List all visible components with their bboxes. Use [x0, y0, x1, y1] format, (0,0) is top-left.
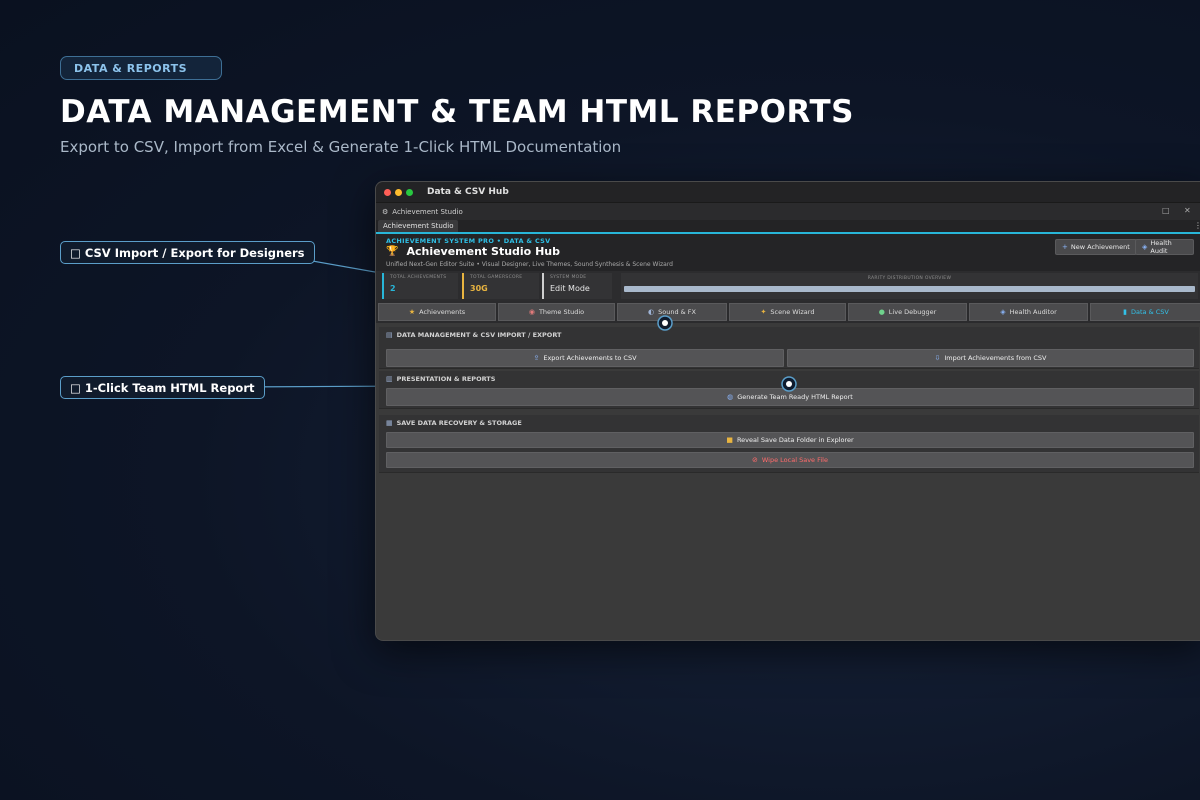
- menubar-title: Achievement Studio: [392, 207, 463, 216]
- system-mode-card: SYSTEM MODE Edit Mode: [542, 273, 612, 299]
- total-achievements-value: 2: [390, 284, 396, 293]
- bug-icon: ●: [878, 308, 885, 316]
- tab-content: ▤ DATA MANAGEMENT & CSV IMPORT / EXPORT …: [376, 323, 1200, 640]
- report-callout: □ 1-Click Team HTML Report: [60, 376, 265, 399]
- tab-scene-wizard[interactable]: ✦ Scene Wizard: [729, 303, 846, 321]
- reveal-save-folder-label: Reveal Save Data Folder in Explorer: [736, 436, 854, 444]
- star-icon: ★: [408, 308, 416, 316]
- total-achievements-label: TOTAL ACHIEVEMENTS: [390, 275, 447, 280]
- plus-icon: +: [1062, 243, 1068, 251]
- total-achievements-card: TOTAL ACHIEVEMENTS 2: [382, 273, 458, 299]
- storage-title: SAVE DATA RECOVERY & STORAGE: [396, 419, 522, 427]
- data-management-section: ▤ DATA MANAGEMENT & CSV IMPORT / EXPORT …: [379, 327, 1199, 369]
- tab-live-debugger-label: Live Debugger: [888, 308, 937, 316]
- editor-tabstrip: Achievement Studio ⋮: [376, 220, 1200, 234]
- new-achievement-button[interactable]: + New Achievement: [1055, 239, 1137, 255]
- speaker-icon: ◐: [648, 308, 655, 316]
- export-csv-button[interactable]: ⇪ Export Achievements to CSV: [386, 349, 784, 367]
- shield-icon: ◈: [1000, 308, 1006, 316]
- reports-section: ▥ PRESENTATION & REPORTS ◍ Generate Team…: [379, 371, 1199, 409]
- new-achievement-label: New Achievement: [1070, 243, 1130, 251]
- generate-html-report-button[interactable]: ◍ Generate Team Ready HTML Report: [386, 388, 1194, 406]
- section-badge: DATA & REPORTS: [60, 56, 222, 80]
- more-options-icon[interactable]: ⋮: [1194, 221, 1200, 230]
- tab-theme-studio-label: Theme Studio: [538, 308, 585, 316]
- tab-health-auditor-label: Health Auditor: [1009, 308, 1057, 316]
- shield-icon: ◈: [1142, 243, 1148, 251]
- rarity-label: RARITY DISTRIBUTION OVERVIEW: [867, 276, 952, 281]
- import-csv-label: Import Achievements from CSV: [944, 354, 1047, 362]
- window-titlebar: Data & CSV Hub: [376, 182, 1200, 203]
- wipe-save-file-button[interactable]: ⊘ Wipe Local Save File: [386, 452, 1194, 468]
- import-csv-button[interactable]: ⇩ Import Achievements from CSV: [787, 349, 1194, 367]
- tab-achievements-label: Achievements: [419, 308, 466, 316]
- total-gamerscore-card: TOTAL GAMERSCORE 30G: [462, 273, 539, 299]
- report-icon: ▥: [386, 375, 393, 383]
- trash-icon: ▦: [386, 419, 393, 427]
- breadcrumb: ACHIEVEMENT SYSTEM PRO • DATA & CSV: [386, 237, 551, 245]
- system-mode-value: Edit Mode: [550, 284, 590, 293]
- health-audit-label: Health Audit: [1150, 239, 1172, 255]
- rarity-bar: [624, 286, 1195, 292]
- tab-achievements[interactable]: ★ Achievements: [378, 303, 496, 321]
- wipe-save-file-label: Wipe Local Save File: [761, 456, 828, 464]
- rarity-distribution: RARITY DISTRIBUTION OVERVIEW: [621, 273, 1198, 299]
- tab-scene-wizard-label: Scene Wizard: [770, 308, 815, 316]
- window-title: Data & CSV Hub: [427, 187, 509, 197]
- tab-achievement-studio[interactable]: Achievement Studio: [378, 220, 459, 232]
- trophy-icon: 🏆: [386, 246, 399, 257]
- globe-icon: ◍: [727, 393, 734, 401]
- tab-health-auditor[interactable]: ◈ Health Auditor: [969, 303, 1088, 321]
- close-icon[interactable]: ✕: [1184, 206, 1191, 215]
- tab-theme-studio[interactable]: ◉ Theme Studio: [498, 303, 615, 321]
- csv-callout: □ CSV Import / Export for Designers: [60, 241, 315, 264]
- restore-icon[interactable]: □: [1162, 206, 1170, 215]
- tab-data-csv-label: Data & CSV: [1131, 308, 1169, 316]
- export-icon: ⇪: [533, 354, 540, 362]
- close-dot-icon[interactable]: [384, 188, 391, 196]
- import-icon: ⇩: [934, 354, 941, 362]
- system-mode-label: SYSTEM MODE: [550, 275, 587, 280]
- app-title: 🏆 Achievement Studio Hub: [386, 245, 560, 258]
- stats-bar: TOTAL ACHIEVEMENTS 2 TOTAL GAMERSCORE 30…: [376, 271, 1200, 301]
- page-title: DATA MANAGEMENT & TEAM HTML REPORTS: [60, 94, 854, 130]
- total-gamerscore-value: 30G: [470, 284, 488, 293]
- maximize-dot-icon[interactable]: [406, 188, 413, 196]
- health-audit-button[interactable]: ◈ Health Audit: [1135, 239, 1194, 255]
- wand-icon: ✦: [760, 308, 767, 316]
- total-gamerscore-label: TOTAL GAMERSCORE: [470, 275, 523, 280]
- tab-data-csv[interactable]: ▮ Data & CSV: [1090, 303, 1200, 321]
- app-subtitle: Unified Next-Gen Editor Suite • Visual D…: [386, 261, 673, 268]
- tab-live-debugger[interactable]: ● Live Debugger: [848, 303, 967, 321]
- app-logo-icon: ⚙: [382, 207, 389, 216]
- app-window: Data & CSV Hub ⚙ Achievement Studio □ ✕ …: [375, 181, 1200, 641]
- export-csv-label: Export Achievements to CSV: [543, 354, 637, 362]
- data-management-heading: ▤ DATA MANAGEMENT & CSV IMPORT / EXPORT: [386, 331, 561, 339]
- chart-icon: ▮: [1123, 308, 1127, 316]
- folder-icon: ■: [726, 436, 733, 444]
- main-tabs: ★ Achievements ◉ Theme Studio ◐ Sound & …: [376, 301, 1200, 323]
- tab-sound-fx[interactable]: ◐ Sound & FX: [617, 303, 727, 321]
- database-icon: ▤: [386, 331, 393, 339]
- minimize-dot-icon[interactable]: [395, 188, 402, 196]
- page-subtitle: Export to CSV, Import from Excel & Gener…: [60, 138, 622, 156]
- data-management-title: DATA MANAGEMENT & CSV IMPORT / EXPORT: [396, 331, 562, 339]
- reveal-save-folder-button[interactable]: ■ Reveal Save Data Folder in Explorer: [386, 432, 1194, 448]
- tab-sound-fx-label: Sound & FX: [658, 308, 696, 316]
- warning-icon: ⊘: [752, 456, 758, 464]
- generate-html-report-label: Generate Team Ready HTML Report: [737, 393, 853, 401]
- palette-icon: ◉: [528, 308, 535, 316]
- reports-title: PRESENTATION & REPORTS: [396, 375, 496, 383]
- app-header: ACHIEVEMENT SYSTEM PRO • DATA & CSV 🏆 Ac…: [376, 234, 1200, 271]
- reports-heading: ▥ PRESENTATION & REPORTS: [386, 375, 495, 383]
- app-title-text: Achievement Studio Hub: [406, 245, 560, 258]
- storage-heading: ▦ SAVE DATA RECOVERY & STORAGE: [386, 419, 522, 427]
- storage-section: ▦ SAVE DATA RECOVERY & STORAGE ■ Reveal …: [379, 415, 1199, 473]
- app-menubar: ⚙ Achievement Studio □ ✕: [376, 203, 1200, 220]
